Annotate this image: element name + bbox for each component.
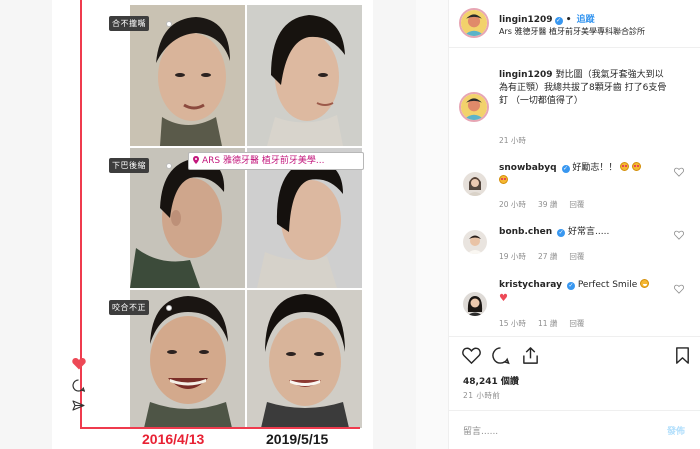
comment-3-username[interactable]: kristycharay (499, 280, 562, 290)
grin-emoji-icon (640, 279, 650, 288)
commenter-avatar-2[interactable] (463, 230, 487, 254)
caption-avatar[interactable] (459, 92, 489, 122)
label-bottom: 咬合不正 (109, 300, 149, 315)
heart-eyes-emoji-icon (632, 162, 642, 171)
author-header: lingin1209 ✓ • 追蹤 (499, 12, 595, 25)
comment-1-likes[interactable]: 39 讚 (538, 200, 557, 209)
comment-2-likes[interactable]: 27 讚 (538, 252, 557, 261)
label-dot-top (166, 21, 172, 27)
author-username[interactable]: lingin1209 (499, 15, 553, 25)
heart-icon (72, 357, 86, 370)
post-comment-button[interactable]: 發佈 (667, 424, 685, 437)
comment-1: snowbabyq ✓ 好勵志！！ (499, 162, 671, 188)
comment-1-meta: 20 小時 39 讚 回覆 (499, 199, 596, 210)
like-comment-3-icon[interactable] (674, 284, 684, 294)
comment-2-username[interactable]: bonb.chen (499, 227, 552, 237)
label-dot-bottom (166, 305, 172, 311)
comment-2: bonb.chen ✓ 好常言..... (499, 226, 671, 239)
caption-time[interactable]: 21 小時 (499, 136, 526, 145)
post-media[interactable]: 合不攏嘴 下巴後縮 咬合不正 ARS 雅德牙醫 植牙前牙美學... 2016/4… (0, 0, 416, 449)
comment-1-username[interactable]: snowbabyq (499, 163, 557, 173)
date-before: 2016/4/13 (142, 431, 205, 447)
posted-time[interactable]: 21 小時前 (463, 390, 500, 401)
red-heart-emoji-icon: ♥ (499, 293, 508, 304)
comment-3-time[interactable]: 15 小時 (499, 319, 526, 328)
comment-3: kristycharay ✓ Perfect Smile ♥ (499, 279, 671, 306)
location-tag[interactable]: ARS 雅德牙醫 植牙前牙美學... (188, 152, 364, 170)
caption-username[interactable]: lingin1209 (499, 70, 553, 80)
comment-1-reply[interactable]: 回覆 (569, 200, 584, 209)
comment-3-text: Perfect Smile (577, 280, 638, 290)
bookmark-button-icon[interactable] (673, 346, 692, 365)
comment-button-icon[interactable] (491, 346, 510, 365)
comment-icon (72, 379, 85, 392)
heart-eyes-emoji-icon (499, 175, 508, 184)
caption: lingin1209 對比圖（我氣牙套強大到以為有正顎）我總共拔了8顆牙齒 打了6… (499, 69, 671, 108)
follow-button[interactable]: 追蹤 (577, 15, 595, 25)
comment-2-time[interactable]: 19 小時 (499, 252, 526, 261)
comment-1-time[interactable]: 20 小時 (499, 200, 526, 209)
header-divider (449, 47, 700, 48)
like-comment-2-icon[interactable] (674, 230, 684, 240)
comment-2-meta: 19 小時 27 讚 回覆 (499, 251, 596, 262)
frame-line-horizontal (80, 427, 360, 429)
heart-eyes-emoji-icon (620, 162, 630, 171)
comment-2-reply[interactable]: 回覆 (569, 252, 584, 261)
label-dot-middle (166, 163, 172, 169)
photo-after-side (247, 5, 362, 146)
dot-separator: • (565, 15, 575, 25)
share-icon (72, 400, 85, 411)
like-comment-1-icon[interactable] (674, 167, 684, 177)
verified-badge-icon: ✓ (566, 282, 575, 290)
caption-meta: 21 小時 (499, 135, 538, 146)
comment-3-meta: 15 小時 11 讚 回覆 (499, 318, 596, 329)
post-sidebar: lingin1209 ✓ • 追蹤 Ars 雅德牙醫 植牙前牙美學專科聯合診所 l… (448, 0, 700, 449)
input-divider (449, 410, 700, 411)
label-top: 合不攏嘴 (109, 16, 149, 31)
comment-1-text: 好勵志！！ (572, 163, 618, 173)
label-middle: 下巴後縮 (109, 158, 149, 173)
comment-2-text: 好常言..... (568, 227, 610, 237)
share-button-icon[interactable] (521, 346, 540, 365)
photo-after-smile (247, 290, 362, 428)
location-tag-text: ARS 雅德牙醫 植牙前牙美學... (202, 156, 325, 166)
likes-count[interactable]: 48,241 個讚 (463, 374, 519, 387)
location-pin-icon (193, 156, 199, 164)
comment-3-likes[interactable]: 11 讚 (538, 319, 557, 328)
comment-3-reply[interactable]: 回覆 (569, 319, 584, 328)
verified-badge-icon: ✓ (557, 229, 566, 237)
date-after: 2019/5/15 (266, 431, 329, 447)
commenter-avatar-1[interactable] (463, 172, 487, 196)
verified-badge-icon: ✓ (561, 165, 570, 173)
author-avatar[interactable] (459, 8, 489, 38)
actions-divider (449, 336, 700, 337)
verified-badge-icon: ✓ (554, 17, 563, 25)
commenter-avatar-3[interactable] (463, 292, 487, 316)
post-location[interactable]: Ars 雅德牙醫 植牙前牙美學專科聯合診所 (499, 26, 645, 37)
comment-input[interactable]: 留言...... (463, 424, 498, 437)
like-button-icon[interactable] (462, 346, 481, 365)
